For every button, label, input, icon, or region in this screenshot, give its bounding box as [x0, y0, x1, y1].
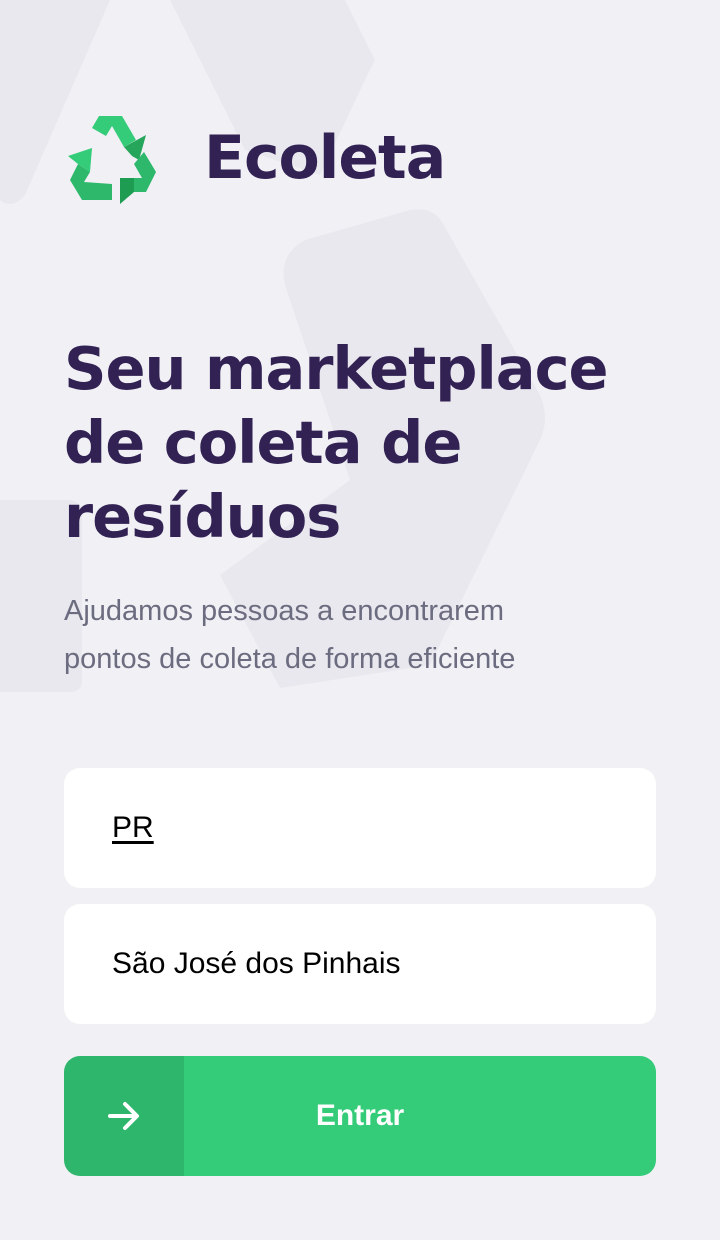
subtitle-line-1: Ajudamos pessoas a encontrarem [64, 595, 505, 627]
city-select[interactable]: São José dos Pinhais [64, 904, 656, 1024]
title-line-1: Seu marketplace [64, 334, 609, 403]
page-subtitle: Ajudamos pessoas a encontrarem pontos de … [64, 587, 624, 683]
subtitle-line-2: pontos de coleta de forma eficiente [64, 643, 516, 675]
city-value: São José dos Pinhais [112, 947, 401, 980]
app-logo: Ecoleta [64, 112, 446, 204]
enter-button[interactable]: Entrar [64, 1056, 656, 1176]
app-name: Ecoleta [204, 123, 446, 193]
arrow-right-icon [108, 1102, 139, 1130]
uf-select[interactable]: PR [64, 768, 656, 888]
recycle-icon [68, 116, 156, 204]
page-title: Seu marketplace de coleta de resíduos [64, 332, 664, 554]
enter-button-icon-box [64, 1056, 184, 1176]
uf-value: PR [112, 811, 154, 844]
title-line-2: de coleta de [64, 408, 462, 477]
enter-button-label: Entrar [315, 1099, 405, 1132]
title-line-3: resíduos [64, 482, 341, 551]
